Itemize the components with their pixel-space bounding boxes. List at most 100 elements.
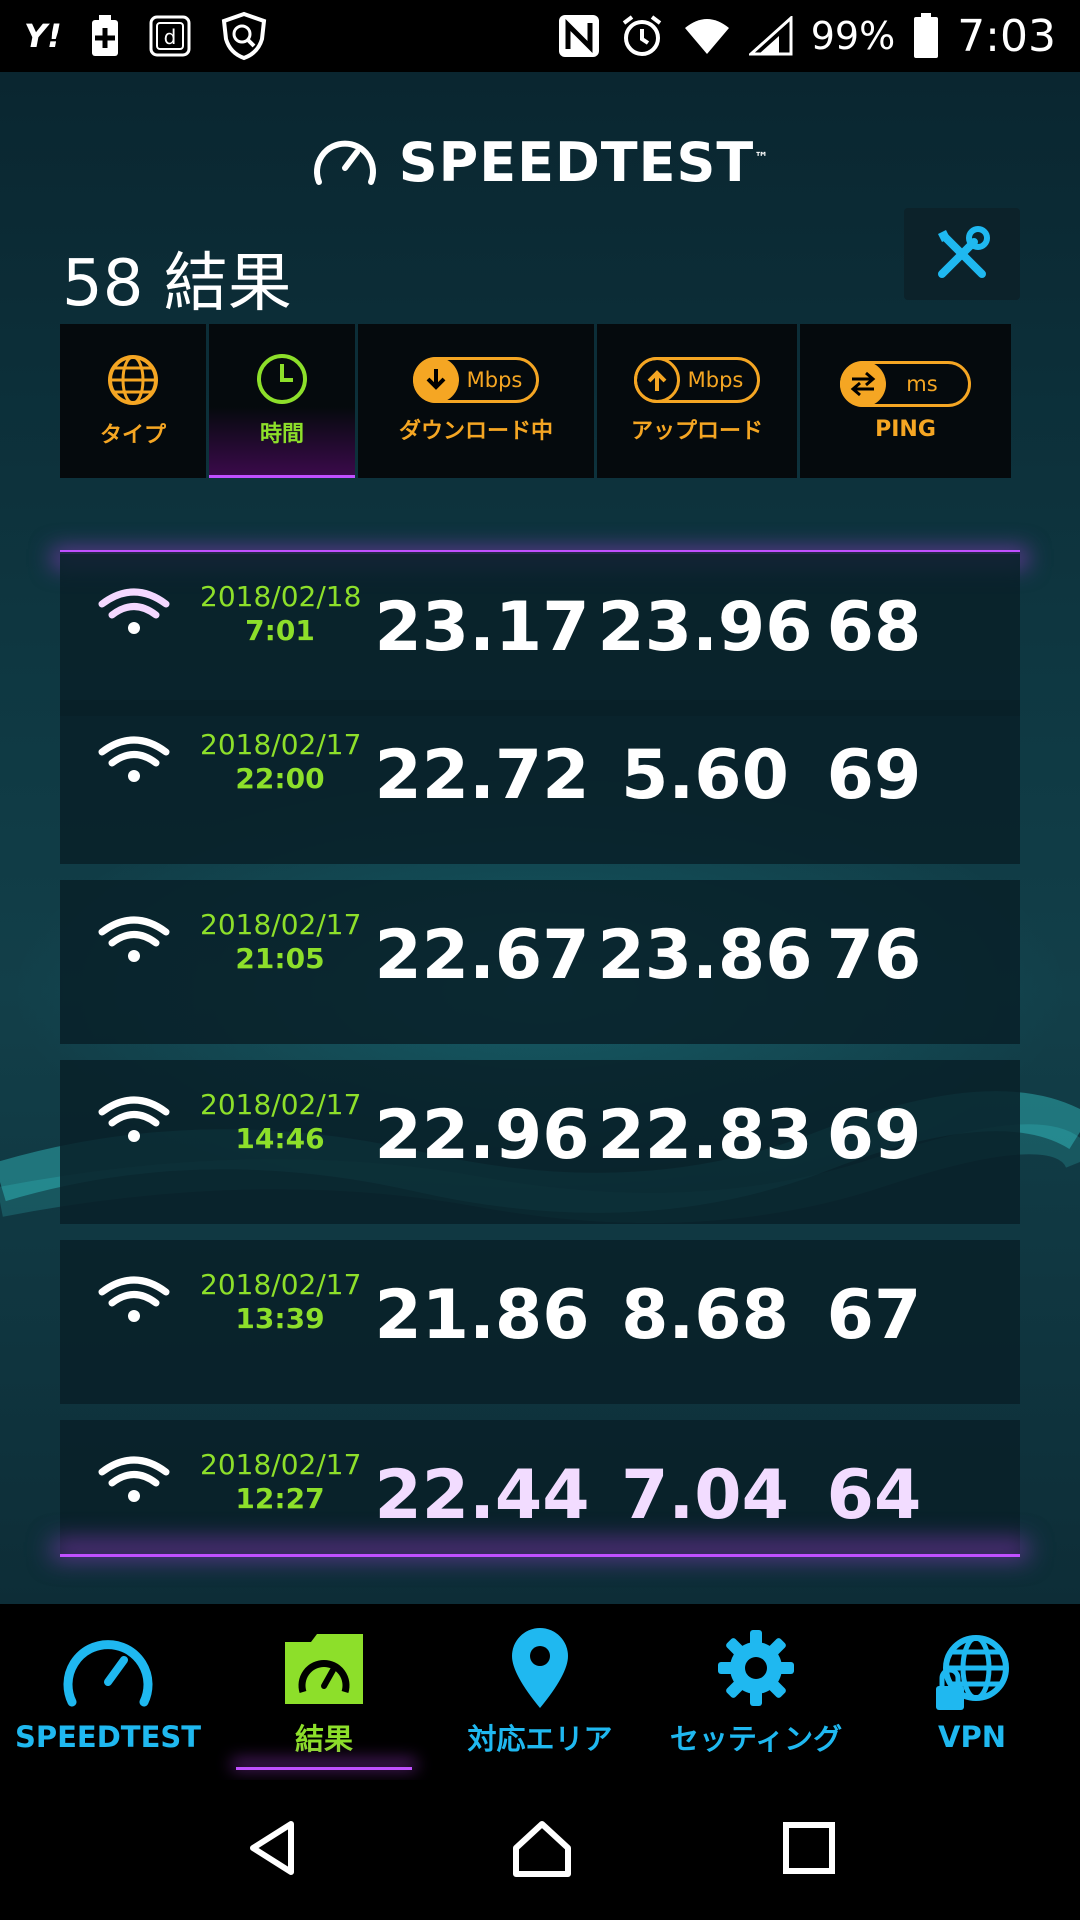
upload-value: 8.68: [621, 1276, 789, 1355]
result-row[interactable]: 2018/02/17 14:46 22.96 22.83 69: [60, 1060, 1020, 1224]
result-date: 2018/02/17: [200, 1088, 362, 1121]
result-datetime: 2018/02/17 14:46: [200, 1088, 362, 1156]
wifi-icon: [98, 588, 170, 634]
sort-bar: タイプ 時間 Mbps ダウンロード中 Mbps アップロード ms PING: [60, 324, 1020, 478]
results-count: 58 結果: [62, 247, 292, 321]
clock-icon: [257, 353, 307, 404]
nav-settings[interactable]: セッティング: [648, 1604, 864, 1780]
plus-app-icon: [90, 14, 120, 58]
download-value: 23.17: [374, 588, 590, 667]
yahoo-text: Y!: [24, 17, 62, 55]
ping-unit: ms: [906, 371, 938, 396]
nfc-icon: [557, 13, 601, 59]
result-row[interactable]: 2018/02/17 12:27 22.44 7.04 64: [60, 1420, 1020, 1554]
status-bar: Y! d 99% 7:03: [0, 0, 1080, 72]
status-time: 7:03: [957, 10, 1056, 62]
signal-icon: [748, 16, 793, 56]
wifi-icon: [98, 1276, 170, 1322]
svg-text:d: d: [163, 25, 176, 49]
battery-percent: 99%: [810, 14, 896, 58]
result-time: 14:46: [235, 1122, 325, 1155]
result-date: 2018/02/17: [200, 728, 362, 761]
result-row[interactable]: 2018/02/17 22:00 22.72 5.60 69: [60, 700, 1020, 864]
sort-download-label: ダウンロード中: [398, 419, 553, 444]
wifi-icon: [98, 1456, 170, 1502]
tools-icon: [938, 226, 990, 278]
speedometer-icon: [63, 1640, 153, 1707]
map-pin-icon: [512, 1628, 568, 1708]
nav-settings-label: セッティング: [669, 1722, 843, 1756]
sort-type[interactable]: タイプ: [60, 324, 206, 478]
ping-value: 67: [826, 1276, 922, 1355]
result-time: 7:01: [245, 614, 315, 647]
ping-value: 64: [826, 1456, 922, 1535]
result-time: 13:39: [235, 1302, 325, 1335]
sort-download[interactable]: Mbps ダウンロード中: [358, 324, 594, 478]
nav-speedtest[interactable]: SPEEDTEST: [0, 1604, 216, 1780]
alarm-icon: [619, 13, 665, 59]
vpn-globe-lock-icon: [936, 1635, 1009, 1710]
ping-value: 69: [826, 736, 922, 815]
ping-icon: [840, 360, 887, 407]
app-header: SPEEDTEST™: [0, 102, 1080, 222]
sort-time[interactable]: 時間: [209, 324, 355, 478]
sort-time-label: 時間: [259, 421, 304, 447]
ping-value: 76: [826, 916, 922, 995]
wifi-icon: [98, 1096, 170, 1142]
nav-vpn[interactable]: VPN: [864, 1604, 1080, 1780]
result-date: 2018/02/17: [200, 1448, 362, 1481]
nav-results[interactable]: 結果: [216, 1604, 432, 1780]
home-icon: [512, 1821, 571, 1877]
upload-unit: Mbps: [687, 368, 744, 392]
nav-coverage-map[interactable]: 対応エリア: [432, 1604, 648, 1780]
result-row[interactable]: 2018/02/17 21:05 22.67 23.86 76: [60, 880, 1020, 1044]
bottom-nav: SPEEDTEST 結果 対応エリア セッティング VPN: [0, 1604, 1080, 1780]
system-nav-bar: [0, 1780, 1080, 1920]
result-date: 2018/02/18: [200, 580, 362, 613]
result-time: 12:27: [235, 1482, 325, 1515]
result-datetime: 2018/02/17 21:05: [200, 908, 362, 976]
wifi-icon: [98, 736, 170, 782]
list-bottom-glow: [60, 1554, 1020, 1557]
home-button[interactable]: [510, 1818, 574, 1882]
result-datetime: 2018/02/17 13:39: [200, 1268, 362, 1336]
results-screen: SPEEDTEST™ 58 結果 タイプ 時間 Mbps ダウンロード中 Mbp…: [0, 72, 1080, 1604]
shield-search-icon: [220, 11, 268, 61]
ping-pill: ms: [840, 360, 971, 407]
result-datetime: 2018/02/17 22:00: [200, 728, 362, 796]
upload-value: 7.04: [621, 1456, 789, 1535]
back-button[interactable]: [243, 1818, 303, 1882]
result-time: 21:05: [235, 942, 325, 975]
recents-button[interactable]: [781, 1820, 837, 1880]
result-row[interactable]: 2018/02/18 7:01 23.17 23.96 68: [60, 552, 1020, 716]
brand-title: SPEEDTEST™: [398, 130, 770, 194]
download-value: 22.44: [374, 1456, 590, 1535]
nav-results-label: 結果: [294, 1722, 353, 1756]
recents-icon: [782, 1822, 835, 1874]
sort-type-label: タイプ: [99, 423, 166, 448]
upload-pill: Mbps: [633, 357, 761, 403]
sort-ping[interactable]: ms PING: [800, 324, 1011, 478]
nav-coverage-map-label: 対応エリア: [467, 1722, 613, 1756]
sort-upload-label: アップロード: [630, 419, 763, 444]
result-datetime: 2018/02/18 7:01: [200, 580, 362, 648]
sort-ping-label: PING: [875, 416, 936, 442]
download-value: 22.67: [374, 916, 590, 995]
result-date: 2018/02/17: [200, 1268, 362, 1301]
results-folder-icon: [285, 1634, 363, 1704]
nav-vpn-label: VPN: [938, 1720, 1006, 1754]
tools-button[interactable]: [904, 208, 1020, 300]
result-row[interactable]: 2018/02/17 13:39 21.86 8.68 67: [60, 1240, 1020, 1404]
sort-upload[interactable]: Mbps アップロード: [597, 324, 797, 478]
ping-value: 69: [826, 1096, 922, 1175]
download-value: 22.72: [374, 736, 590, 815]
wifi-icon: [98, 916, 170, 962]
result-date: 2018/02/17: [200, 908, 362, 941]
download-value: 22.96: [374, 1096, 590, 1175]
wifi-icon: [683, 16, 731, 56]
upload-value: 23.96: [597, 588, 813, 667]
yahoo-icon: Y!: [24, 17, 62, 55]
gear-icon: [718, 1630, 794, 1706]
upload-icon: [633, 357, 680, 403]
download-icon: [412, 357, 459, 403]
